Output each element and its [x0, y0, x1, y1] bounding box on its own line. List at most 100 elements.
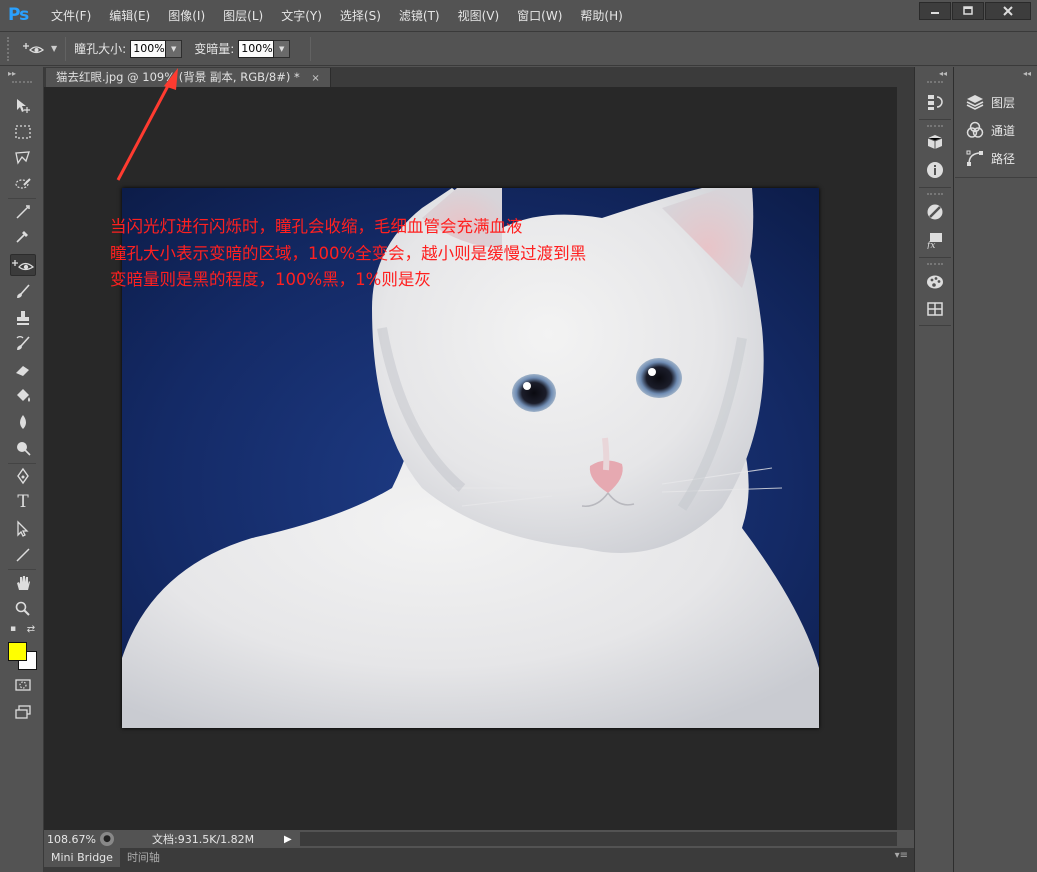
- menu-edit[interactable]: 编辑(E): [100, 0, 159, 32]
- history-brush-tool[interactable]: [10, 333, 36, 355]
- menu-layer[interactable]: 图层(L): [214, 0, 272, 32]
- dock-grip[interactable]: [927, 125, 943, 128]
- stamp-icon: [17, 311, 29, 325]
- adjustments-panel-button[interactable]: [926, 203, 944, 221]
- options-grip[interactable]: [7, 36, 13, 61]
- swap-colors-button[interactable]: ⇄: [24, 622, 38, 636]
- darken-amount-input[interactable]: 100%: [238, 39, 275, 58]
- horizontal-scrollbar[interactable]: [299, 832, 897, 846]
- quick-select-tool[interactable]: [10, 173, 36, 195]
- close-button[interactable]: [985, 2, 1031, 20]
- line-icon: [16, 548, 30, 562]
- app-logo: Ps: [8, 5, 29, 25]
- panel-paths[interactable]: 路径: [965, 147, 1015, 169]
- dock-grip[interactable]: [927, 81, 943, 84]
- red-eye-icon: [12, 260, 34, 271]
- panel-list: ◂◂ 图层 通道 路径: [955, 67, 1037, 872]
- menu-file[interactable]: 文件(F): [42, 0, 100, 32]
- collapse-arrows-icon[interactable]: ▸▸: [8, 69, 16, 78]
- move-icon: [17, 99, 30, 113]
- status-menu-arrow-icon[interactable]: ▶: [284, 834, 292, 845]
- dock-divider: [919, 325, 951, 326]
- menu-select[interactable]: 选择(S): [331, 0, 390, 32]
- swatches-panel-button[interactable]: [926, 273, 944, 291]
- red-eye-icon: [23, 42, 45, 53]
- quick-mask-button[interactable]: [10, 674, 36, 696]
- panel-layers[interactable]: 图层: [965, 91, 1015, 113]
- menu-type[interactable]: 文字(Y): [272, 0, 331, 32]
- crop-tool[interactable]: [10, 201, 36, 223]
- dodge-tool[interactable]: [10, 437, 36, 459]
- eraser-tool[interactable]: [10, 359, 36, 381]
- info-panel-button[interactable]: [926, 161, 944, 179]
- tab-timeline[interactable]: 时间轴: [120, 848, 167, 867]
- canvas-area[interactable]: [44, 87, 897, 830]
- annotation-arrow: [116, 68, 178, 181]
- minimize-button[interactable]: [919, 2, 951, 20]
- dodge-icon: [17, 442, 31, 456]
- red-eye-tool[interactable]: [10, 254, 36, 276]
- svg-text:fx: fx: [926, 241, 935, 249]
- pen-tool[interactable]: [10, 465, 36, 487]
- pupil-size-dropdown[interactable]: ▼: [166, 39, 183, 58]
- menu-help[interactable]: 帮助(H): [571, 0, 631, 32]
- line-tool[interactable]: [10, 544, 36, 566]
- vertical-scrollbar[interactable]: [897, 87, 914, 830]
- pupil-size-field: 100% ▼: [130, 39, 183, 58]
- 3d-panel-button[interactable]: [926, 133, 944, 151]
- pupil-size-input[interactable]: 100%: [130, 39, 167, 58]
- menu-window[interactable]: 窗口(W): [508, 0, 571, 32]
- tool-preset-picker[interactable]: ▼: [23, 42, 57, 56]
- zoom-level[interactable]: 108.67%: [44, 832, 96, 846]
- divider: [65, 36, 67, 61]
- history-panel-button[interactable]: [926, 93, 944, 111]
- status-info-icon[interactable]: ●: [100, 832, 114, 846]
- stamp-tool[interactable]: [10, 307, 36, 329]
- quick-mask-icon: [15, 679, 31, 691]
- annotation-line: 瞳孔大小表示变暗的区域，100%全变会，越小则是缓慢过渡到黑: [110, 243, 587, 263]
- move-tool[interactable]: [10, 95, 36, 117]
- menu-image[interactable]: 图像(I): [159, 0, 214, 32]
- cube-icon: [927, 135, 943, 149]
- screen-mode-icon: [15, 705, 31, 719]
- panel-channels[interactable]: 通道: [965, 119, 1015, 141]
- menu-view[interactable]: 视图(V): [449, 0, 509, 32]
- hand-tool[interactable]: [10, 572, 36, 594]
- brush-tool[interactable]: [10, 281, 36, 303]
- document-size-info: 文档:931.5K/1.82M: [152, 833, 255, 846]
- default-colors-button[interactable]: ▪: [6, 622, 20, 636]
- foreground-color-swatch[interactable]: [8, 642, 27, 661]
- zoom-tool[interactable]: [10, 598, 36, 620]
- close-tab-icon[interactable]: ×: [311, 73, 319, 84]
- path-select-tool[interactable]: [10, 518, 36, 540]
- marquee-tool[interactable]: [10, 121, 36, 143]
- annotation-line: 当闪光灯进行闪烁时，瞳孔会收缩，毛细血管会充满血液: [110, 217, 523, 236]
- maximize-button[interactable]: [952, 2, 984, 20]
- grid-panel-button[interactable]: [926, 300, 944, 318]
- dock-grip[interactable]: [927, 263, 943, 266]
- paint-bucket-icon: [17, 389, 30, 402]
- blur-tool[interactable]: [10, 411, 36, 433]
- tab-mini-bridge[interactable]: Mini Bridge: [44, 848, 120, 867]
- toolbar-grip[interactable]: [12, 81, 32, 84]
- info-icon: [927, 162, 943, 178]
- collapse-arrows-icon[interactable]: ◂◂: [1023, 69, 1031, 78]
- styles-panel-button[interactable]: fx: [926, 231, 944, 249]
- tool-divider: [8, 569, 36, 570]
- type-tool[interactable]: T: [10, 491, 36, 513]
- hand-icon: [17, 576, 30, 590]
- eyedropper-tool[interactable]: [10, 225, 36, 247]
- dock-grip[interactable]: [927, 193, 943, 196]
- collapse-arrows-icon[interactable]: ◂◂: [939, 69, 947, 78]
- screen-mode-button[interactable]: [10, 701, 36, 723]
- crop-icon: [16, 205, 30, 219]
- darken-amount-dropdown[interactable]: ▼: [274, 39, 291, 58]
- paths-icon: [965, 149, 985, 167]
- marquee-icon: [15, 125, 31, 139]
- lasso-tool[interactable]: [10, 147, 36, 169]
- panel-menu-icon[interactable]: ▾≡: [895, 850, 908, 861]
- paint-bucket-tool[interactable]: [10, 385, 36, 407]
- menu-filter[interactable]: 滤镜(T): [390, 0, 449, 32]
- chevron-down-icon: ▼: [279, 44, 285, 53]
- status-bar: 108.67% ● 文档:931.5K/1.82M ▶: [44, 830, 914, 848]
